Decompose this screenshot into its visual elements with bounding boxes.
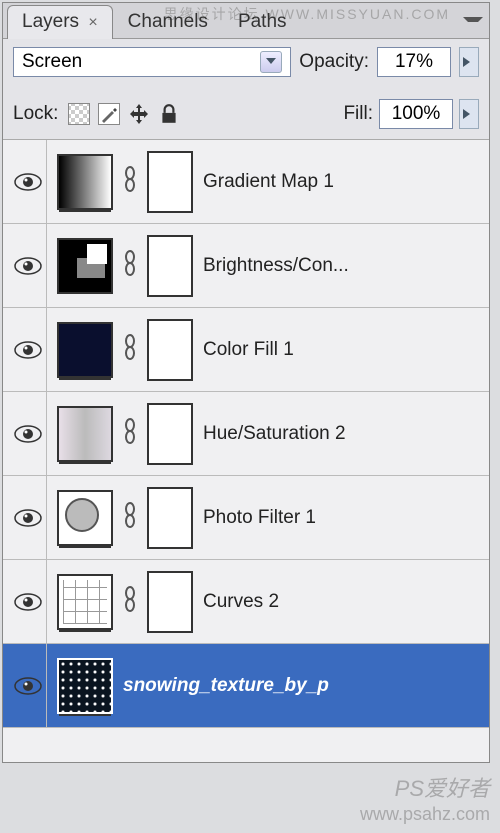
link-icon <box>123 501 137 534</box>
layers-list[interactable]: Gradient Map 1 Brightness/Con... Color Fil… <box>3 140 489 762</box>
fill-input[interactable]: 100% <box>379 99 453 129</box>
layer-mask-thumbnail[interactable] <box>147 487 193 549</box>
layer-name-label[interactable]: Curves 2 <box>203 591 279 613</box>
eye-icon <box>14 341 42 359</box>
layer-name-label[interactable]: Hue/Saturation 2 <box>203 423 346 445</box>
tab-channels[interactable]: Channels <box>113 5 223 39</box>
watermark-logo: PS爱好者 <box>395 771 490 803</box>
layer-thumbnail[interactable] <box>57 406 113 462</box>
link-icon <box>123 165 137 198</box>
link-icon <box>123 585 137 618</box>
layer-controls: Screen Opacity: 17% Lock: <box>3 39 489 140</box>
visibility-toggle[interactable] <box>9 224 47 307</box>
eye-icon <box>14 677 42 695</box>
layer-name-label[interactable]: Photo Filter 1 <box>203 507 316 529</box>
blend-mode-select[interactable]: Screen <box>13 47 291 77</box>
visibility-toggle[interactable] <box>9 560 47 643</box>
tab-close-icon[interactable]: × <box>88 14 97 31</box>
layer-name-label[interactable]: snowing_texture_by_p <box>123 675 329 697</box>
layer-row[interactable]: Brightness/Con... <box>3 224 489 308</box>
layer-mask-thumbnail[interactable] <box>147 151 193 213</box>
layer-row[interactable]: Curves 2 <box>3 560 489 644</box>
watermark-url: www.psahz.com <box>360 804 490 825</box>
layer-mask-thumbnail[interactable] <box>147 571 193 633</box>
layer-row[interactable]: Photo Filter 1 <box>3 476 489 560</box>
fill-slider-button[interactable] <box>459 99 479 129</box>
layer-mask-thumbnail[interactable] <box>147 319 193 381</box>
panel-menu-button[interactable] <box>461 14 485 28</box>
eye-icon <box>14 509 42 527</box>
layer-name-label[interactable]: Color Fill 1 <box>203 339 294 361</box>
blend-mode-value: Screen <box>22 51 82 73</box>
lock-position-icon[interactable] <box>128 103 150 125</box>
layer-thumbnail[interactable] <box>57 574 113 630</box>
layer-row[interactable]: snowing_texture_by_p <box>3 644 489 728</box>
opacity-input[interactable]: 17% <box>377 47 451 77</box>
layer-name-label[interactable]: Brightness/Con... <box>203 255 349 277</box>
tab-layers[interactable]: Layers × <box>7 5 113 39</box>
fill-label: Fill: <box>343 103 373 125</box>
visibility-toggle[interactable] <box>9 644 47 727</box>
tab-layers-label: Layers <box>22 11 79 32</box>
link-icon <box>123 417 137 450</box>
tab-paths[interactable]: Paths <box>223 5 302 39</box>
layer-thumbnail[interactable] <box>57 322 113 378</box>
layer-mask-thumbnail[interactable] <box>147 235 193 297</box>
eye-icon <box>14 257 42 275</box>
visibility-toggle[interactable] <box>9 392 47 475</box>
layer-row[interactable]: Color Fill 1 <box>3 308 489 392</box>
chevron-down-icon <box>260 51 282 73</box>
opacity-label: Opacity: <box>299 51 369 73</box>
layer-mask-thumbnail[interactable] <box>147 403 193 465</box>
lock-pixels-icon[interactable] <box>98 103 120 125</box>
layer-thumbnail[interactable] <box>57 490 113 546</box>
visibility-toggle[interactable] <box>9 140 47 223</box>
lock-all-icon[interactable] <box>158 103 180 125</box>
link-icon <box>123 333 137 366</box>
link-icon <box>123 249 137 282</box>
eye-icon <box>14 425 42 443</box>
lock-transparency-icon[interactable] <box>68 103 90 125</box>
layer-thumbnail[interactable] <box>57 154 113 210</box>
opacity-slider-button[interactable] <box>459 47 479 77</box>
layer-name-label[interactable]: Gradient Map 1 <box>203 171 334 193</box>
eye-icon <box>14 173 42 191</box>
layers-panel: Layers × Channels Paths Screen Opacity: … <box>2 2 490 763</box>
eye-icon <box>14 593 42 611</box>
layer-thumbnail[interactable] <box>57 238 113 294</box>
layer-row[interactable]: Hue/Saturation 2 <box>3 392 489 476</box>
visibility-toggle[interactable] <box>9 308 47 391</box>
layer-thumbnail[interactable] <box>57 658 113 714</box>
visibility-toggle[interactable] <box>9 476 47 559</box>
layer-row[interactable]: Gradient Map 1 <box>3 140 489 224</box>
lock-label: Lock: <box>13 103 58 125</box>
